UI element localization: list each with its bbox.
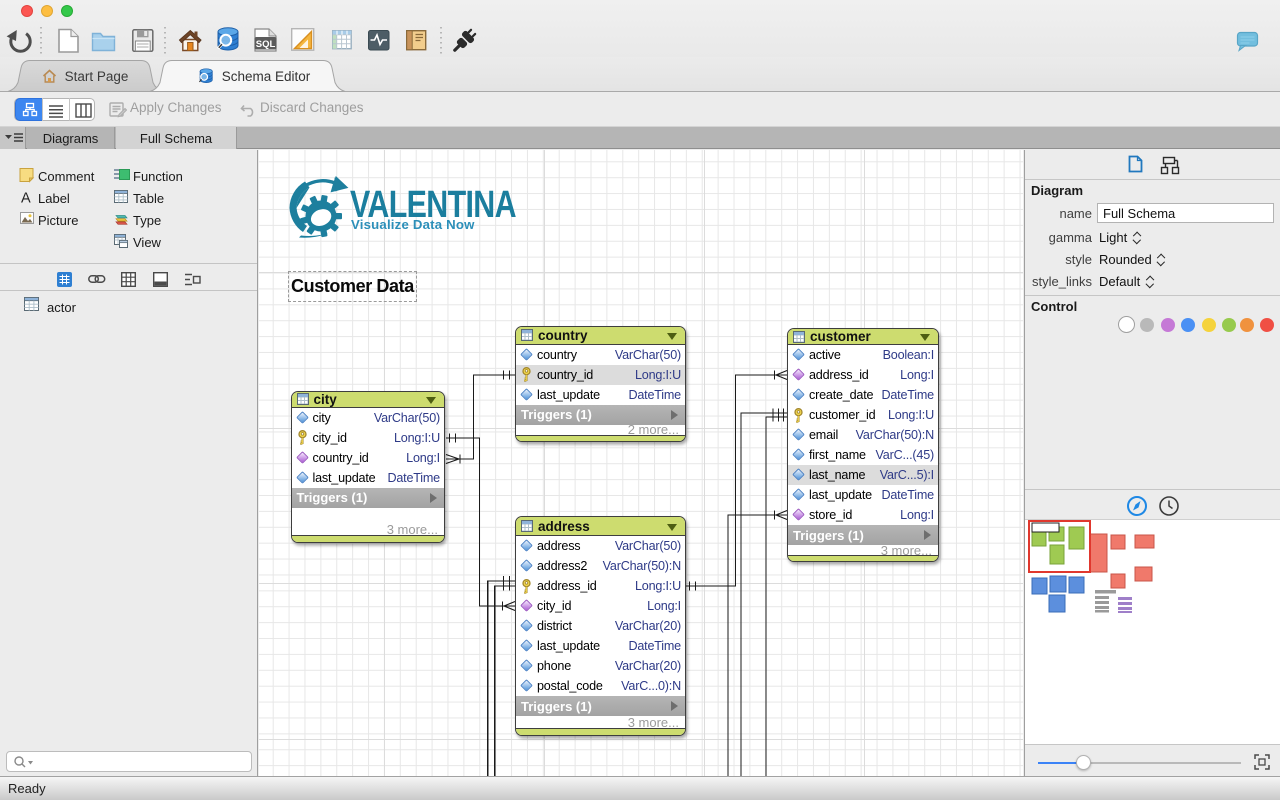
- svg-text:A: A: [21, 191, 31, 207]
- svg-text:SQL: SQL: [256, 39, 276, 50]
